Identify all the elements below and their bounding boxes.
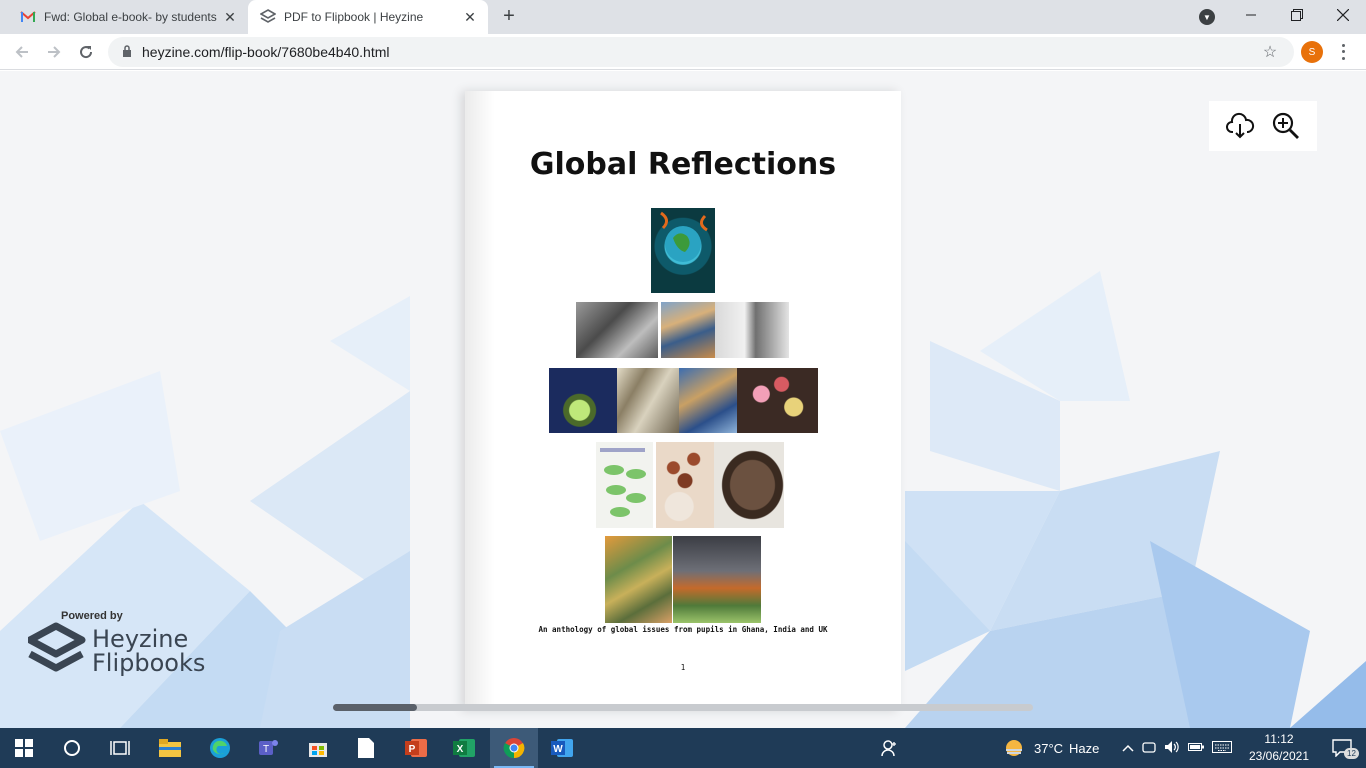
svg-text:P: P (409, 744, 416, 755)
gmail-icon (20, 9, 36, 25)
flipbook-viewer: Global Reflections An anthology of globa… (0, 71, 1366, 728)
close-tab-icon[interactable]: ✕ (222, 9, 238, 25)
artwork-portrait (714, 442, 784, 528)
tab-heyzine[interactable]: PDF to Flipbook | Heyzine ✕ (248, 0, 488, 34)
powered-by-label: Powered by (61, 610, 123, 622)
haze-weather-icon (1006, 740, 1022, 756)
artwork-peacock (656, 442, 714, 528)
page-scrollbar[interactable] (333, 704, 1033, 711)
svg-text:W: W (553, 744, 563, 755)
viewer-tools (1209, 101, 1317, 151)
download-icon[interactable] (1224, 110, 1256, 142)
artwork-sketch-2 (715, 302, 789, 358)
brand-name-line2[interactable]: Flipbooks (92, 649, 205, 677)
keyboard-icon[interactable] (1208, 740, 1236, 756)
people-icon[interactable] (866, 728, 914, 768)
flipbook-page[interactable]: Global Reflections An anthology of globa… (465, 91, 901, 711)
forward-icon[interactable] (40, 38, 68, 66)
new-tab-button[interactable]: + (498, 6, 520, 28)
address-bar[interactable]: heyzine.com/flip-book/7680be4b40.html ☆ (108, 37, 1294, 67)
url-text[interactable]: heyzine.com/flip-book/7680be4b40.html (142, 44, 1260, 60)
tab-title: PDF to Flipbook | Heyzine (284, 10, 424, 24)
book-title: Global Reflections (529, 147, 837, 182)
browser-toolbar: heyzine.com/flip-book/7680be4b40.html ☆ … (0, 34, 1366, 70)
kebab-menu-icon[interactable] (1338, 42, 1348, 62)
artwork-sketch-1 (576, 302, 658, 358)
action-center-icon[interactable]: 12 (1318, 728, 1366, 768)
file-explorer-icon[interactable] (146, 728, 194, 768)
meet-now-icon[interactable] (1138, 740, 1160, 757)
clock-date: 23/06/2021 (1248, 749, 1310, 763)
minimize-icon[interactable] (1228, 0, 1274, 30)
close-window-icon[interactable] (1320, 0, 1366, 30)
excel-icon[interactable]: X (440, 728, 488, 768)
clock-time: 11:12 (1264, 732, 1294, 746)
svg-text:X: X (457, 744, 464, 755)
document-icon[interactable] (342, 728, 390, 768)
word-icon[interactable]: W (538, 728, 586, 768)
heyzine-icon (260, 9, 276, 25)
reload-icon[interactable] (72, 38, 100, 66)
weather-condition: Haze (1069, 740, 1100, 756)
artwork-leaves (596, 442, 653, 528)
artwork-animals (605, 536, 672, 623)
browser-tab-bar: Fwd: Global e-book- by students ✕ PDF to… (0, 0, 1366, 34)
back-icon[interactable] (8, 38, 36, 66)
clock[interactable]: 11:12 23/06/2021 (1240, 731, 1318, 765)
powerpoint-icon[interactable]: P (392, 728, 440, 768)
cortana-icon[interactable] (48, 728, 96, 768)
page-number: 1 (680, 663, 686, 672)
book-subtitle: An anthology of global issues from pupil… (538, 625, 828, 634)
restore-icon[interactable] (1274, 0, 1320, 30)
svg-text:T: T (263, 744, 269, 755)
weather-widget[interactable]: 37°C Haze (1004, 728, 1099, 768)
weather-temp: 37°C (1034, 740, 1064, 756)
edge-icon[interactable] (196, 728, 244, 768)
artwork-earth (651, 208, 715, 293)
heyzine-logo-icon[interactable] (28, 622, 88, 682)
close-tab-icon[interactable]: ✕ (462, 9, 478, 25)
artwork-hands (661, 302, 715, 358)
tab-search-icon[interactable]: ▼ (1199, 9, 1215, 25)
notification-count: 12 (1344, 748, 1359, 759)
artwork-globe-hands (549, 368, 617, 433)
chrome-icon[interactable] (490, 728, 538, 768)
artwork-bird (673, 536, 761, 623)
artwork-hands-sketch (617, 368, 679, 433)
scrollbar-thumb[interactable] (333, 704, 417, 711)
bookmark-star-icon[interactable]: ☆ (1260, 42, 1280, 62)
tab-gmail[interactable]: Fwd: Global e-book- by students ✕ (8, 0, 248, 34)
volume-icon[interactable] (1160, 740, 1184, 757)
lock-icon[interactable] (122, 44, 134, 60)
windows-taskbar: T 9+ P X W 37°C Haze (0, 728, 1366, 768)
windows-start-icon[interactable] (0, 728, 48, 768)
store-icon[interactable] (294, 728, 342, 768)
artwork-flowers (737, 368, 818, 433)
system-tray (1118, 728, 1236, 768)
avatar[interactable]: S (1301, 41, 1323, 63)
chevron-up-icon[interactable] (1118, 741, 1138, 755)
battery-icon[interactable] (1184, 741, 1208, 755)
zoom-in-icon[interactable] (1270, 110, 1302, 142)
teams-icon[interactable]: T 9+ (244, 728, 524, 768)
artwork-map (679, 368, 737, 433)
tab-title: Fwd: Global e-book- by students (44, 10, 217, 24)
task-view-icon[interactable] (96, 728, 144, 768)
